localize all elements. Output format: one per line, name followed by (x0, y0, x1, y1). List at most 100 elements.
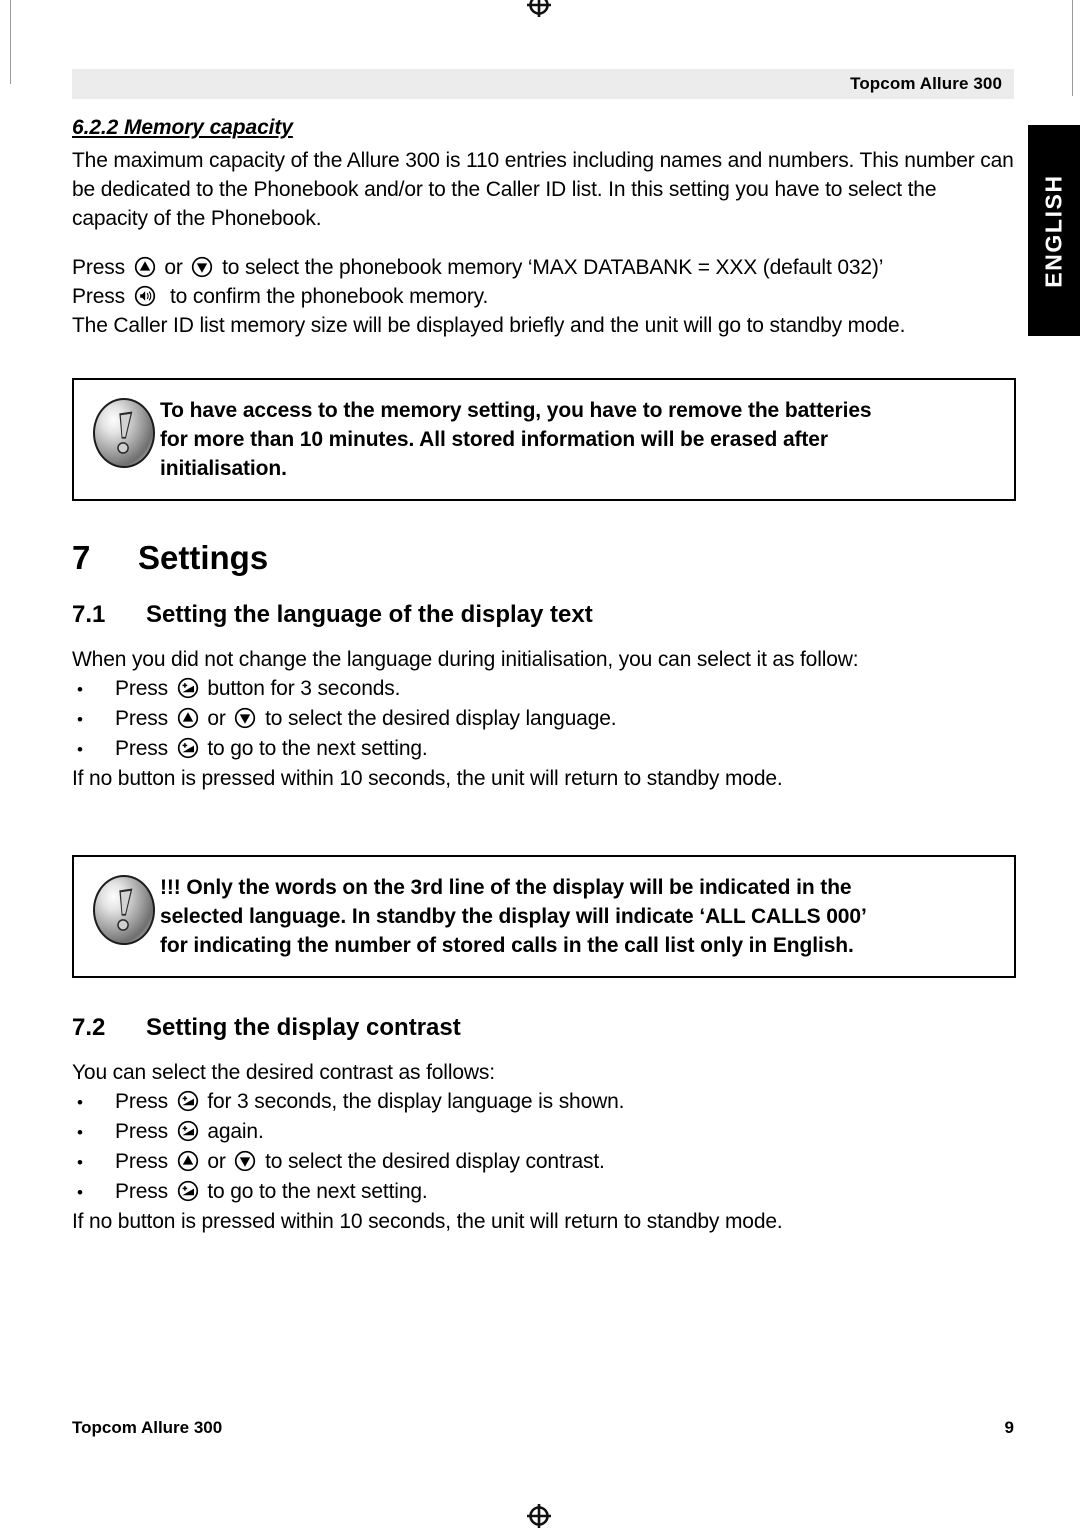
press-label: Press (72, 285, 125, 308)
up-key-icon (177, 1150, 199, 1172)
up-key-icon (134, 256, 156, 278)
contrast-setting-intro: You can select the desired contrast as f… (72, 1061, 495, 1084)
note-text-language: !!! Only the words on the 3rd line of th… (160, 871, 1000, 960)
heading-language-setting: 7.1 Setting the language of the display … (72, 601, 1016, 629)
list-item-tail: to go to the next setting. (207, 737, 428, 760)
list-item-tail: button for 3 seconds. (207, 677, 401, 700)
list-item: • Press to go to the next setting. (72, 734, 1016, 764)
heading-7-1-title: Setting the language of the display text (146, 601, 593, 628)
list-item: • Press again. (72, 1117, 1016, 1147)
volume-up-key-icon (177, 677, 199, 699)
contrast-setting-closing: If no button is pressed within 10 second… (72, 1210, 783, 1233)
press-label: Press (115, 737, 168, 760)
manual-page: Topcom Allure 300 ENGLISH 6.2.2 Memory c… (0, 0, 1080, 1528)
list-item-text: Press to go to the next setting. (115, 1177, 428, 1206)
list-item: • Press for 3 seconds, the display langu… (72, 1087, 1016, 1117)
page-footer: Topcom Allure 300 9 (72, 1418, 1014, 1438)
trim-rule-right (1072, 0, 1073, 96)
down-key-icon (191, 256, 213, 278)
language-setting-bullets: • Press button for 3 seconds. • Press or… (72, 674, 1016, 764)
registration-mark-icon (526, 0, 552, 18)
bullet-dot: • (77, 1183, 83, 1202)
heading-7-2-title: Setting the display contrast (146, 1014, 461, 1041)
volume-up-key-icon (177, 1120, 199, 1142)
list-item-text: Press to go to the next setting. (115, 734, 428, 763)
note-line: for more than 10 minutes. All stored inf… (160, 428, 828, 451)
heading-7-2-number: 7.2 (72, 1014, 106, 1041)
note-box-memory: To have access to the memory setting, yo… (72, 378, 1016, 501)
exclamation-badge-icon (93, 398, 155, 468)
heading-settings-number: 7 (72, 539, 91, 576)
note-line: for indicating the number of stored call… (160, 934, 854, 957)
note-text-memory: To have access to the memory setting, yo… (160, 394, 1000, 483)
list-item: • Press button for 3 seconds. (72, 674, 1016, 704)
press-confirm-tail: to confirm the phonebook memory. (170, 285, 489, 308)
bullet-dot: • (77, 710, 83, 729)
press-label: Press (115, 1090, 168, 1113)
list-item-tail: to go to the next setting. (207, 1180, 428, 1203)
list-item-text: Press or to select the d (115, 1147, 605, 1176)
memory-capacity-closing: The Caller ID list memory size will be d… (72, 314, 906, 337)
list-item-text: Press again. (115, 1117, 264, 1146)
bullet-dot: • (77, 1123, 83, 1142)
list-item: • Press or to select the desired display… (72, 1147, 1016, 1177)
heading-settings: 7 Settings (72, 539, 1016, 577)
heading-memory-capacity: 6.2.2 Memory capacity (72, 116, 293, 139)
bullet-dot: • (77, 680, 83, 699)
registration-mark-icon (526, 1503, 552, 1528)
press-label: Press (115, 1120, 168, 1143)
press-label: Press (115, 1180, 168, 1203)
up-key-icon (177, 707, 199, 729)
note-icon-wrap (88, 394, 160, 468)
page-content: 6.2.2 Memory capacity The maximum capaci… (72, 116, 1016, 1236)
press-label: Press (115, 707, 168, 730)
press-label: Press (115, 677, 168, 700)
press-label: Press (115, 1150, 168, 1173)
bullet-dot: • (77, 1153, 83, 1172)
note-line: To have access to the memory setting, yo… (160, 399, 872, 422)
language-setting-intro: When you did not change the language dur… (72, 648, 859, 671)
memory-capacity-paragraph: The maximum capacity of the Allure 300 i… (72, 149, 1014, 230)
volume-up-key-icon (177, 1180, 199, 1202)
footer-page-number: 9 (1004, 1418, 1014, 1437)
list-item-tail: to select the desired display contrast. (265, 1150, 605, 1173)
list-item-text: Press for 3 seconds, the display languag… (115, 1087, 624, 1116)
note-line: !!! Only the words on the 3rd line of th… (160, 876, 852, 899)
press-up-down-tail: to select the phonebook memory ‘MAX DATA… (222, 256, 884, 279)
language-setting-closing: If no button is pressed within 10 second… (72, 767, 783, 790)
heading-contrast-setting: 7.2 Setting the display contrast (72, 1014, 1016, 1042)
running-header: Topcom Allure 300 (72, 69, 1014, 99)
list-item-text: Press button for 3 seconds. (115, 674, 400, 703)
bullet-dot: • (77, 740, 83, 759)
contrast-setting-bullets: • Press for 3 seconds, the display langu… (72, 1087, 1016, 1207)
header-title: Topcom Allure 300 (850, 74, 1002, 93)
language-tab: ENGLISH (1028, 125, 1080, 336)
press-up-down-line: Press or to select the phonebook memory … (72, 253, 1016, 282)
or-label: or (207, 1150, 226, 1173)
press-confirm-line: Press to confirm the phonebook memory. (72, 282, 1016, 311)
list-item-tail: to select the desired display language. (265, 707, 617, 730)
press-label: Press (72, 256, 125, 279)
note-box-language: !!! Only the words on the 3rd line of th… (72, 855, 1016, 978)
exclamation-badge-icon (93, 875, 155, 945)
volume-up-key-icon (177, 1090, 199, 1112)
heading-settings-title: Settings (138, 539, 269, 576)
list-item: • Press or to select the desired display… (72, 704, 1016, 734)
trim-rule-left (10, 0, 11, 84)
list-item: • Press to go to the next setting. (72, 1177, 1016, 1207)
bullet-dot: • (77, 1093, 83, 1112)
list-item-tail: again. (207, 1120, 264, 1143)
list-item-tail: for 3 seconds, the display language is s… (207, 1090, 625, 1113)
or-label: or (207, 707, 226, 730)
note-line: initialisation. (160, 457, 287, 480)
speaker-key-icon (134, 285, 156, 307)
list-item-text: Press or to select the d (115, 704, 617, 733)
footer-left-text: Topcom Allure 300 (72, 1418, 223, 1437)
or-label: or (164, 256, 183, 279)
